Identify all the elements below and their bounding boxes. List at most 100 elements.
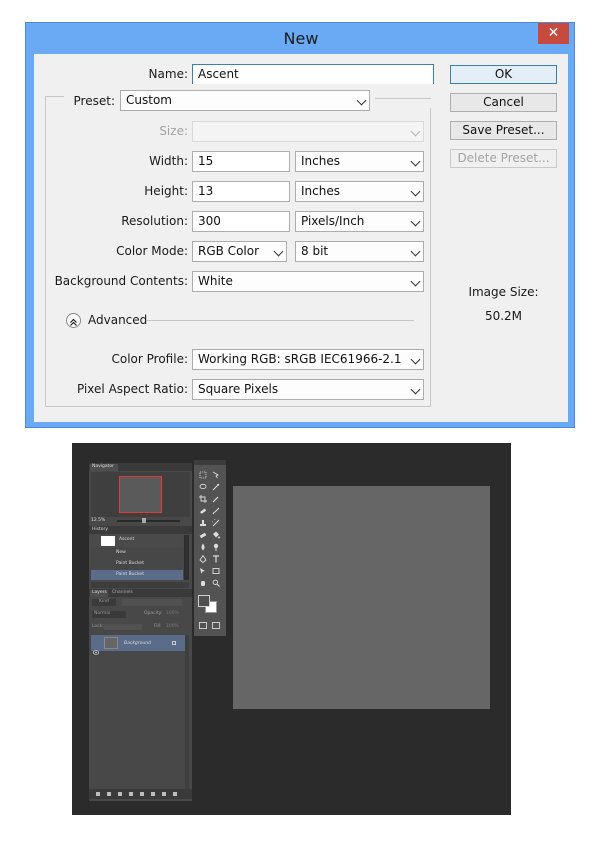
opacity-label: Opacity:	[144, 611, 163, 616]
height-label: Height:	[144, 184, 188, 198]
group-rule	[375, 98, 431, 99]
close-button[interactable]: ✕	[538, 23, 569, 44]
chevron-down-icon	[410, 276, 421, 287]
navigator-view-box[interactable]	[119, 476, 162, 513]
zoom-slider-thumb[interactable]	[142, 518, 146, 523]
size-select	[192, 121, 424, 142]
preset-label: Preset:	[73, 94, 115, 108]
layer-name[interactable]: Background	[124, 641, 151, 646]
brush-tool-icon[interactable]	[212, 507, 220, 515]
channels-tab-label[interactable]: Channels	[112, 590, 133, 595]
tool-grid	[197, 471, 223, 609]
history-tab-label[interactable]: History	[92, 527, 108, 532]
dodge-tool-icon[interactable]	[212, 543, 220, 551]
cancel-button[interactable]: Cancel	[450, 93, 557, 112]
history-item: New	[116, 550, 126, 555]
color-mode-select[interactable]: RGB Color	[192, 241, 287, 262]
layer-action-icons[interactable]	[96, 792, 184, 796]
history-item: Paint Bucket	[116, 572, 144, 577]
pixel-aspect-label: Pixel Aspect Ratio:	[77, 382, 188, 396]
photoshop-workspace: Navigator 12.5% History Ascent New Paint…	[72, 443, 511, 815]
background-contents-label: Background Contents:	[54, 274, 188, 288]
history-row[interactable]	[91, 548, 183, 558]
name-input[interactable]: Ascent	[192, 64, 434, 85]
ok-button[interactable]: OK	[450, 65, 557, 84]
eye-icon[interactable]	[92, 640, 100, 655]
eraser-tool-icon[interactable]	[199, 531, 207, 539]
stamp-tool-icon[interactable]	[199, 519, 207, 527]
resolution-input[interactable]: 300	[192, 211, 290, 232]
eyedropper-tool-icon[interactable]	[212, 495, 220, 503]
advanced-toggle[interactable]	[66, 313, 81, 328]
delete-preset-button: Delete Preset...	[450, 149, 557, 168]
chevron-down-icon	[410, 246, 421, 257]
kind-filter-value: Kind	[99, 599, 109, 604]
navigator-tab-label: Navigator	[92, 464, 115, 469]
lock-icon	[172, 641, 176, 645]
size-label: Size:	[159, 124, 188, 138]
zoom-slider[interactable]	[117, 520, 180, 522]
history-scrollbar[interactable]	[184, 535, 189, 580]
chevron-down-icon	[273, 246, 284, 257]
chevron-down-icon	[410, 126, 421, 137]
zoom-tool-icon[interactable]	[212, 579, 220, 587]
pen-tool-icon[interactable]	[199, 555, 207, 563]
layers-scrollbar[interactable]	[185, 635, 189, 795]
screen-mode-icon[interactable]	[212, 622, 220, 629]
width-unit-select[interactable]: Inches	[295, 151, 424, 172]
resolution-unit-select[interactable]: Pixels/Inch	[295, 211, 424, 232]
new-document-dialog: New ✕ Name: Ascent Preset: Custom Size: …	[25, 22, 575, 428]
bit-depth-value: 8 bit	[301, 244, 329, 258]
history-brush-tool-icon[interactable]	[212, 519, 220, 527]
history-footer	[91, 582, 189, 588]
hand-tool-icon[interactable]	[199, 579, 207, 587]
dialog-body: Name: Ascent Preset: Custom Size: Width:…	[34, 54, 568, 422]
blend-mode-value: Normal	[94, 611, 111, 616]
magic-wand-tool-icon[interactable]	[212, 483, 220, 491]
move-tool-icon[interactable]	[212, 471, 220, 479]
quick-mask-icon[interactable]	[199, 622, 207, 629]
layer-filter-icons[interactable]	[122, 599, 182, 606]
path-selection-tool-icon[interactable]	[199, 567, 207, 575]
navigator-zoom[interactable]: 12.5%	[91, 518, 105, 523]
document-canvas[interactable]	[233, 486, 490, 709]
lock-label: Lock:	[92, 624, 104, 629]
width-input[interactable]: 15	[192, 151, 290, 172]
color-profile-select[interactable]: Working RGB: sRGB IEC61966-2.1	[192, 349, 424, 370]
chevron-down-icon	[410, 216, 421, 227]
resolution-unit-value: Pixels/Inch	[301, 214, 365, 228]
paint-bucket-tool-icon[interactable]	[212, 531, 220, 539]
fill-label: Fill:	[154, 624, 162, 629]
marquee-tool-icon[interactable]	[199, 471, 207, 479]
lasso-tool-icon[interactable]	[199, 483, 207, 491]
chevron-down-icon	[410, 354, 421, 365]
opacity-value[interactable]: 100%	[166, 611, 179, 616]
foreground-color-swatch[interactable]	[198, 595, 210, 607]
snapshot-thumbnail	[101, 536, 115, 546]
preset-select[interactable]: Custom	[120, 90, 370, 111]
pixel-aspect-select[interactable]: Square Pixels	[192, 379, 424, 400]
blur-tool-icon[interactable]	[199, 543, 207, 551]
background-contents-value: White	[198, 274, 233, 288]
crop-tool-icon[interactable]	[199, 495, 207, 503]
chevron-down-icon	[410, 186, 421, 197]
height-input[interactable]: 13	[192, 181, 290, 202]
pixel-aspect-value: Square Pixels	[198, 382, 279, 396]
color-profile-value: Working RGB: sRGB IEC61966-2.1	[198, 352, 402, 366]
layer-thumbnail	[104, 637, 118, 649]
save-preset-button[interactable]: Save Preset...	[450, 121, 557, 140]
type-tool-icon[interactable]	[212, 555, 220, 563]
healing-tool-icon[interactable]	[199, 507, 207, 515]
color-mode-label: Color Mode:	[116, 244, 188, 258]
dialog-title: New	[283, 29, 319, 48]
lock-icons[interactable]	[104, 624, 142, 630]
advanced-divider	[146, 320, 414, 321]
preset-value: Custom	[126, 93, 172, 107]
color-mode-value: RGB Color	[198, 244, 260, 258]
rectangle-tool-icon[interactable]	[212, 567, 220, 575]
background-contents-select[interactable]: White	[192, 271, 424, 292]
history-item: Ascent	[119, 537, 135, 542]
height-unit-select[interactable]: Inches	[295, 181, 424, 202]
bit-depth-select[interactable]: 8 bit	[295, 241, 424, 262]
fill-value[interactable]: 100%	[166, 624, 179, 629]
